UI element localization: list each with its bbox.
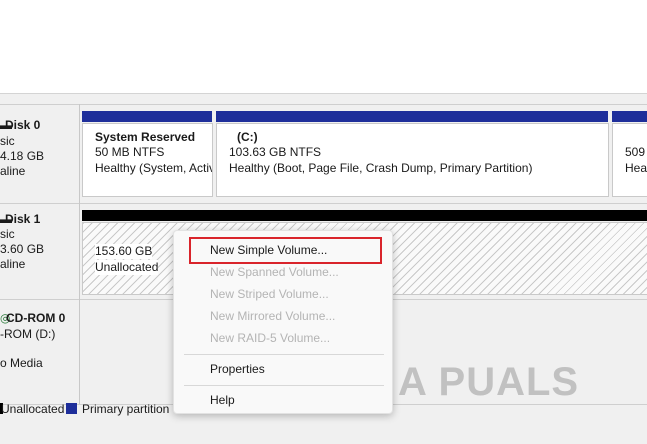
cdrom-label[interactable]: ◎ CD-ROM 0 -ROM (D:) o Media <box>0 300 79 404</box>
disk-1-label[interactable]: ▬ Disk 1 sic 3.60 GB aline <box>0 204 79 299</box>
pane-top-border <box>0 93 647 94</box>
partition-status: Healthy (Boot, Page File, Crash Dump, Pr… <box>229 161 533 175</box>
menu-item-properties[interactable]: Properties <box>210 362 265 377</box>
legend-primary-swatch <box>66 403 77 414</box>
disk-size: 4.18 GB <box>0 149 45 163</box>
disk-type: sic <box>0 134 15 148</box>
partition-bar-system-reserved <box>82 111 212 122</box>
watermark-logo: A PUALS <box>398 360 580 404</box>
cdrom-type: -ROM (D:) <box>0 327 56 341</box>
partition-system-reserved[interactable]: System Reserved 50 MB NTFS Healthy (Syst… <box>82 123 213 197</box>
partition-c[interactable]: (C:) 103.63 GB NTFS Healthy (Boot, Page … <box>216 123 609 197</box>
menu-separator <box>184 354 384 355</box>
partition-status: Healthy (System, Activ <box>95 161 213 175</box>
menu-item-new-raid5-volume[interactable]: New RAID-5 Volume... <box>210 331 330 346</box>
menu-separator <box>184 385 384 386</box>
partition-name: (C:) <box>237 130 258 144</box>
partition-recovery[interactable]: 509 M Healt <box>612 123 647 197</box>
menu-item-new-mirrored-volume[interactable]: New Mirrored Volume... <box>210 309 335 324</box>
partition-size: 50 MB NTFS <box>95 145 165 159</box>
cdrom-status: o Media <box>0 356 43 370</box>
label-column-divider <box>79 104 80 404</box>
row-divider <box>0 104 647 105</box>
unallocated-bar <box>82 210 647 221</box>
cdrom-name: CD-ROM 0 <box>6 311 66 325</box>
disk-0-label[interactable]: ▬ Disk 0 sic 4.18 GB aline <box>0 105 79 203</box>
disk-type: sic <box>0 227 15 241</box>
legend-primary-label: Primary partition <box>82 402 170 416</box>
menu-item-help[interactable]: Help <box>210 393 235 408</box>
partition-status: Healt <box>625 161 647 175</box>
menu-item-new-spanned-volume[interactable]: New Spanned Volume... <box>210 265 339 280</box>
highlight-box <box>189 237 382 264</box>
legend-unallocated-label: Unallocated <box>1 402 65 416</box>
partition-bar-c <box>216 111 608 122</box>
partition-size: 103.63 GB NTFS <box>229 145 322 159</box>
unallocated-size: 153.60 GB <box>95 244 153 259</box>
menu-item-new-striped-volume[interactable]: New Striped Volume... <box>210 287 329 302</box>
disk-size: 3.60 GB <box>0 242 45 256</box>
partition-size: 509 M <box>625 145 647 159</box>
unallocated-status: Unallocated <box>95 260 159 275</box>
disk-name: Disk 0 <box>5 118 41 132</box>
partition-bar-recovery <box>612 111 647 122</box>
partition-name: System Reserved <box>95 130 196 144</box>
disk-status: aline <box>0 257 26 271</box>
disk-status: aline <box>0 164 26 178</box>
disk-name: Disk 1 <box>5 212 41 226</box>
row-divider <box>0 203 647 204</box>
